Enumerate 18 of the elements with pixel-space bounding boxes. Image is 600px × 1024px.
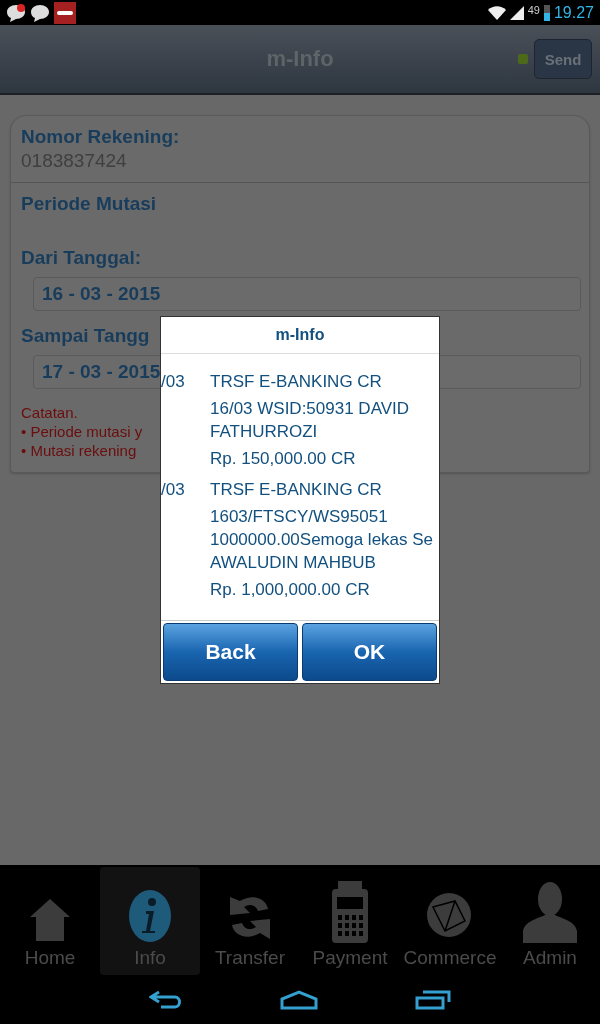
transaction-text: TRSF E-BANKING CR bbox=[210, 479, 383, 501]
transaction-text: 1603/FTSCY/WS95051 1000000.00Semoga lekas Se AWALUDIN MAHBUB bbox=[210, 506, 435, 574]
account-label: Nomor Rekening: bbox=[21, 126, 180, 148]
to-date-label: Sampai Tangg bbox=[21, 325, 150, 347]
note-text: • Periode mutasi y bbox=[21, 422, 143, 441]
dialog-title: m-Info bbox=[161, 317, 439, 354]
transaction-amount: Rp. 150,000.00 CR bbox=[210, 448, 357, 470]
transaction-text: 16/03 WSID:50931 DAVID FATHURROZI bbox=[210, 398, 411, 443]
from-date-label: Dari Tanggal: bbox=[21, 247, 141, 269]
transaction-date: /03 bbox=[161, 479, 186, 501]
transaction-text: TRSF E-BANKING CR bbox=[210, 371, 383, 393]
battery-percent: 49 bbox=[527, 4, 540, 16]
transaction-date: /03 bbox=[161, 371, 186, 393]
transaction-amount: Rp. 1,000,000.00 CR bbox=[210, 579, 371, 601]
clock: 19.27 bbox=[553, 3, 594, 22]
note-text: • Mutasi rekening bbox=[21, 441, 137, 460]
period-title: Periode Mutasi bbox=[21, 193, 157, 215]
note-title: Catatan. bbox=[21, 403, 78, 422]
